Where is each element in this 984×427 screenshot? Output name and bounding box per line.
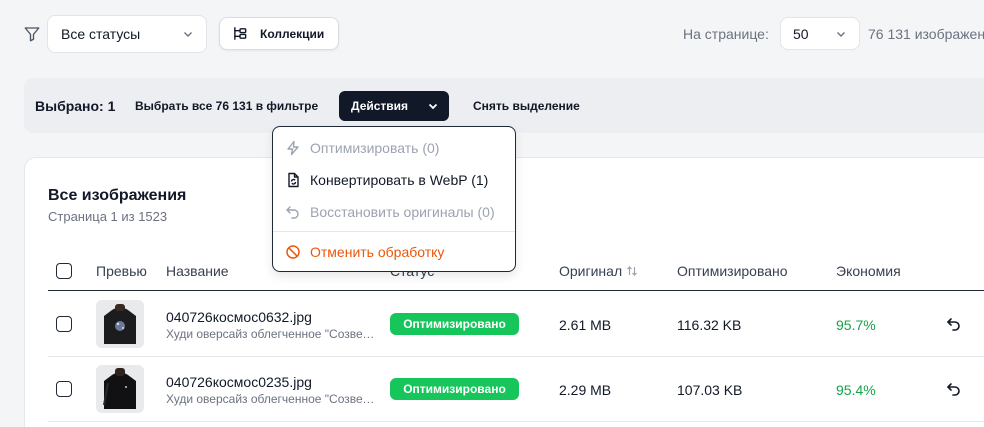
file-description: Худи оверсайз облегченное "Созвездия" [166, 327, 376, 341]
status-badge: Оптимизировано [390, 378, 519, 400]
chevron-down-icon [837, 31, 845, 37]
clear-selection-button[interactable]: Снять выделение [473, 99, 580, 113]
collections-button[interactable]: Коллекции [219, 17, 339, 50]
column-header-original-label: Оригинал [559, 263, 623, 279]
page-indicator: Страница 1 из 1523 [48, 209, 168, 224]
lightning-icon [287, 140, 299, 156]
select-all-checkbox[interactable] [56, 263, 72, 279]
chevron-down-icon [428, 103, 438, 110]
per-page-value: 50 [793, 25, 809, 42]
selected-count: Выбрано: 1 [35, 98, 116, 114]
file-name: 040726космос0235.jpg [166, 374, 312, 390]
undo-icon [286, 206, 299, 219]
collections-label: Коллекции [260, 26, 325, 41]
original-size: 2.61 MB [559, 317, 612, 333]
menu-item-restore-originals[interactable]: Восстановить оригиналы (0) [285, 201, 495, 223]
card-title: Все изображения [48, 187, 187, 204]
status-filter-value: Все статусы [61, 26, 141, 42]
menu-item-optimize[interactable]: Оптимизировать (0) [285, 137, 439, 159]
row-checkbox[interactable] [56, 316, 72, 332]
undo-icon[interactable] [946, 381, 962, 397]
total-count: 76 131 изображений [868, 26, 984, 42]
hoodie-thumbnail-icon [96, 300, 144, 348]
column-header-preview: Превью [96, 263, 147, 279]
row-checkbox[interactable] [56, 381, 72, 397]
status-badge: Оптимизировано [390, 313, 519, 335]
file-convert-icon [288, 172, 299, 188]
menu-item-label: Конвертировать в WebP (1) [310, 172, 489, 188]
sort-icon [627, 266, 638, 276]
undo-icon[interactable] [946, 316, 962, 332]
row-divider [48, 421, 984, 422]
status-filter-select[interactable]: Все статусы [47, 15, 207, 53]
per-page-label: На странице: [683, 26, 769, 42]
column-header-savings: Экономия [836, 263, 901, 279]
optimized-size: 107.03 KB [677, 382, 743, 398]
header-divider [48, 290, 984, 291]
cancel-icon [286, 245, 300, 259]
collections-icon [234, 27, 247, 40]
optimized-size: 116.32 KB [677, 317, 742, 333]
per-page-select[interactable]: 50 [780, 17, 860, 50]
menu-item-cancel-processing[interactable]: Отменить обработку [285, 241, 444, 263]
column-header-name[interactable]: Название [166, 263, 229, 279]
menu-item-label: Отменить обработку [310, 244, 445, 260]
menu-item-label: Восстановить оригиналы (0) [310, 204, 495, 220]
menu-item-convert-webp[interactable]: Конвертировать в WebP (1) [285, 169, 488, 191]
actions-label: Действия [351, 99, 409, 113]
row-divider [48, 356, 984, 357]
hoodie-thumbnail-icon [96, 365, 144, 413]
file-description: Худи оверсайз облегченное "Созвездия" [166, 392, 376, 406]
savings-percent: 95.4% [836, 382, 876, 398]
select-all-in-filter-button[interactable]: Выбрать все 76 131 в фильтре [135, 99, 318, 113]
actions-button[interactable]: Действия [339, 91, 449, 121]
savings-percent: 95.7% [836, 317, 876, 333]
menu-divider [273, 231, 515, 232]
column-header-original[interactable]: Оригинал [559, 263, 638, 279]
image-thumbnail[interactable] [96, 300, 144, 348]
column-header-optimized: Оптимизировано [677, 263, 788, 279]
menu-item-label: Оптимизировать (0) [310, 140, 440, 156]
image-thumbnail[interactable] [96, 365, 144, 413]
file-name: 040726космос0632.jpg [166, 309, 312, 325]
original-size: 2.29 MB [559, 382, 612, 398]
actions-dropdown-menu: Оптимизировать (0) Конвертировать в WebP… [272, 126, 516, 272]
chevron-down-icon [184, 32, 192, 37]
filter-icon[interactable] [23, 25, 41, 43]
